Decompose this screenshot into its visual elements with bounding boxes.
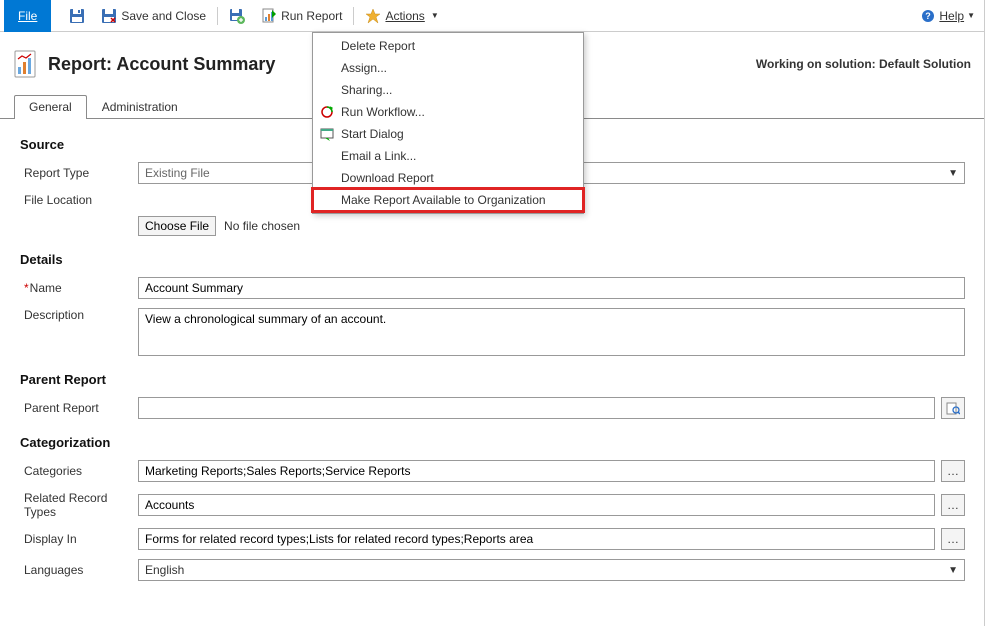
label-file-location: File Location [20,193,138,207]
name-input[interactable] [138,277,965,299]
section-parent: Parent Report [20,372,965,387]
tab-label: Administration [102,100,178,114]
page-title: Report: Account Summary [48,54,275,75]
help-button[interactable]: ? Help ▼ [920,8,981,24]
run-report-button[interactable]: Run Report [253,4,350,28]
menu-item-label: Run Workflow... [341,105,425,119]
label-display-in: Display In [20,532,138,546]
categories-input[interactable] [138,460,935,482]
actions-label: Actions [385,9,424,23]
section-details: Details [20,252,965,267]
choose-file-button[interactable]: Choose File [138,216,216,236]
lookup-icon [946,401,960,415]
menu-item-sharing[interactable]: Sharing... [313,79,583,101]
label-categories: Categories [20,464,138,478]
toolbar-separator [217,7,218,25]
menu-item-label: Email a Link... [341,149,416,163]
label-name: Name [20,281,138,295]
display-in-input[interactable] [138,528,935,550]
menu-item-label: Delete Report [341,39,415,53]
tab-general[interactable]: General [14,95,87,119]
workflow-icon [319,104,335,120]
select-value: Existing File [145,166,210,180]
label-related-record-types: Related Record Types [20,491,138,519]
categories-edit-button[interactable]: … [941,460,965,482]
ellipsis-icon: … [947,498,959,512]
chevron-down-icon: ▼ [948,565,958,576]
help-label: Help [939,9,964,23]
save-close-icon [101,8,117,24]
help-icon: ? [920,8,936,24]
label-parent-report: Parent Report [20,401,138,415]
save-icon [69,8,85,24]
menu-item-label: Download Report [341,171,434,185]
menu-item-run-workflow[interactable]: Run Workflow... [313,101,583,123]
menu-item-label: Make Report Available to Organization [341,193,546,207]
related-record-types-input[interactable] [138,494,935,516]
menu-item-start-dialog[interactable]: Start Dialog [313,123,583,145]
actions-icon [365,8,381,24]
display-in-edit-button[interactable]: … [941,528,965,550]
dialog-icon [319,126,335,142]
svg-text:?: ? [926,11,932,21]
solution-info: Working on solution: Default Solution [756,57,971,71]
save-close-label: Save and Close [121,9,206,23]
parent-report-input[interactable] [138,397,935,419]
ellipsis-icon: … [947,532,959,546]
label-languages: Languages [20,563,138,577]
chevron-down-icon: ▼ [967,11,975,20]
report-icon [14,50,38,78]
menu-item-label: Assign... [341,61,387,75]
label-report-type: Report Type [20,166,138,180]
save-button[interactable] [61,4,93,28]
run-report-icon [261,8,277,24]
menu-item-assign[interactable]: Assign... [313,57,583,79]
tab-label: General [29,100,72,114]
menu-item-make-available-org[interactable]: Make Report Available to Organization [313,189,583,211]
file-menu-button[interactable]: File [4,0,51,32]
menu-item-download-report[interactable]: Download Report [313,167,583,189]
menu-item-email-link[interactable]: Email a Link... [313,145,583,167]
save-as-button[interactable] [221,4,253,28]
description-input[interactable] [138,308,965,356]
parent-report-lookup-button[interactable] [941,397,965,419]
menu-item-delete-report[interactable]: Delete Report [313,35,583,57]
toolbar-separator [353,7,354,25]
languages-select[interactable]: English ▼ [138,559,965,581]
chevron-down-icon: ▼ [948,168,958,179]
related-edit-button[interactable]: … [941,494,965,516]
actions-menu-button[interactable]: Actions ▼ [357,4,446,28]
select-value: English [145,563,184,577]
label-description: Description [20,308,138,322]
section-categorization: Categorization [20,435,965,450]
menu-item-label: Sharing... [341,83,392,97]
run-report-label: Run Report [281,9,342,23]
menu-item-label: Start Dialog [341,127,404,141]
ellipsis-icon: … [947,464,959,478]
save-and-close-button[interactable]: Save and Close [93,4,214,28]
chevron-down-icon: ▼ [431,11,439,20]
file-chosen-status: No file chosen [224,219,300,233]
file-menu-label: File [18,9,37,23]
tab-administration[interactable]: Administration [87,95,193,119]
save-as-icon [229,8,245,24]
actions-dropdown-menu: Delete Report Assign... Sharing... Run W… [312,32,584,214]
toolbar: File Save and Close Run Report Actions ▼… [0,0,985,32]
